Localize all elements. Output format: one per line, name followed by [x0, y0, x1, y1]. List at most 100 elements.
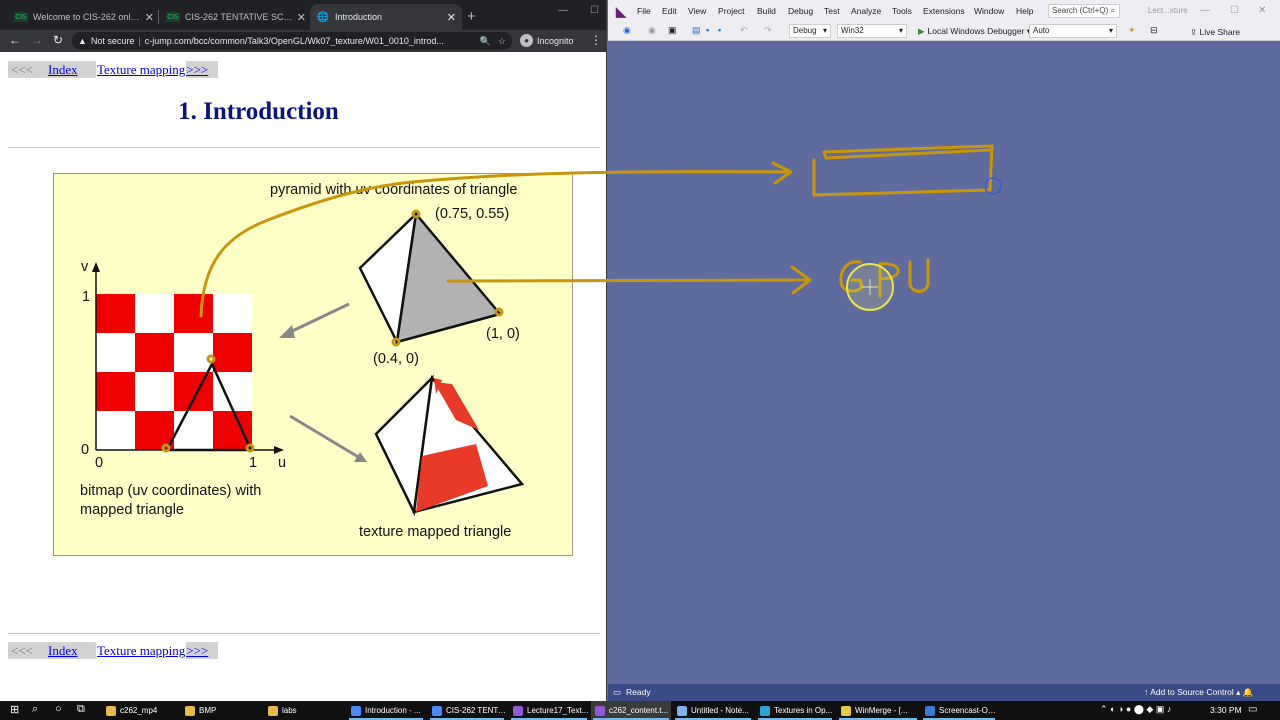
open-icon[interactable]: ▤ [692, 25, 701, 36]
app-icon [106, 705, 116, 716]
nav-index-link[interactable]: Index [48, 62, 96, 78]
back-circle-icon[interactable]: ◉ [623, 25, 631, 36]
tab-title: Welcome to CIS-262 online! [33, 12, 141, 22]
taskbar-item[interactable]: Textures in Op... [756, 701, 834, 720]
pyramid-caption: pyramid with uv coordinates of triangle [270, 182, 518, 198]
taskbar-item[interactable]: labs [264, 701, 344, 720]
taskbar-item[interactable]: BMP [181, 701, 261, 720]
tab-introduction[interactable]: 🌐 Introduction ✕ [310, 4, 462, 30]
bitmap-caption-line2: mapped triangle [80, 502, 184, 518]
add-to-source-control-button[interactable]: ↑ Add to Source Control ▴ 🔔 [1144, 687, 1253, 698]
menu-edit[interactable]: Edit [662, 6, 677, 16]
nav-texture-mapping-link[interactable]: Texture mapping [97, 62, 185, 78]
visual-studio-logo-icon: ◣ [616, 4, 626, 19]
tab-welcome[interactable]: CIS Welcome to CIS-262 online! ✕ [8, 4, 160, 30]
page-title: 1. Introduction [178, 98, 339, 125]
close-tab-icon[interactable]: ✕ [297, 11, 306, 24]
redo-icon[interactable]: ↷ [764, 25, 772, 36]
maximize-icon[interactable]: ☐ [590, 5, 599, 16]
nav-prev: <<< [11, 642, 33, 658]
save-icon[interactable]: ▪ [706, 25, 709, 35]
taskbar-item[interactable]: Screencast-O-... [921, 701, 997, 720]
reload-icon[interactable]: ↻ [53, 33, 63, 47]
back-arrow-icon[interactable]: ← [9, 33, 21, 47]
hot-reload-icon[interactable]: ✦ [1128, 25, 1136, 36]
menu-project[interactable]: Project [718, 6, 744, 16]
menu-view[interactable]: View [688, 6, 706, 16]
zoom-icon[interactable]: 🔍 [480, 36, 491, 47]
search-icon: ⌕ [1110, 6, 1115, 15]
taskbar-item[interactable]: c262_content.t... [591, 701, 671, 720]
close-icon[interactable]: ✕ [1258, 5, 1266, 16]
minimize-icon[interactable]: — [558, 5, 568, 16]
cortana-icon[interactable]: ○ [55, 703, 62, 715]
auto-value: Auto [1033, 26, 1050, 35]
taskbar-item-label: c262_mp4 [120, 706, 158, 715]
taskbar-item[interactable]: CIS-262 TENTA... [428, 701, 506, 720]
axis-u-label: u [278, 455, 287, 471]
minimize-icon[interactable]: — [1200, 5, 1210, 16]
live-share-button[interactable]: ⇪ Live Share [1190, 27, 1240, 38]
vs-editor-area[interactable] [608, 41, 1280, 684]
layout-icon[interactable]: ⊟ [1150, 25, 1158, 36]
taskbar-item[interactable]: c262_mp4 [102, 701, 180, 720]
menu-test[interactable]: Test [824, 6, 840, 16]
auto-select[interactable]: Auto ▾ [1029, 24, 1117, 38]
menu-build[interactable]: Build [757, 6, 776, 16]
maximize-icon[interactable]: ☐ [1230, 5, 1239, 16]
forward-circle-icon[interactable]: ◉ [648, 25, 656, 36]
vs-toolbar: ◉ ◉ ▣ ▤ ▪ ▪ ↶ ↷ Debug ▾ Win32 ▾ ▶ Local Win… [608, 22, 1280, 41]
menu-help[interactable]: Help [1016, 6, 1033, 16]
taskbar-item-label: BMP [199, 706, 217, 715]
new-tab-plus-icon[interactable]: + [467, 8, 476, 25]
bookmark-star-icon[interactable]: ☆ [498, 36, 506, 47]
app-icon [841, 705, 851, 716]
page-nav-top: <<< Index Texture mapping >>> [8, 61, 218, 78]
tick-v1: 1 [82, 289, 91, 305]
menu-file[interactable]: File [637, 6, 651, 16]
tab-title: CIS-262 TENTATIVE SCHEDULE [185, 12, 293, 22]
platform-select[interactable]: Win32 ▾ [837, 24, 907, 38]
menu-window[interactable]: Window [974, 6, 1004, 16]
incognito-indicator[interactable]: ● Incognito [520, 34, 574, 47]
nav-texture-mapping-link[interactable]: Texture mapping [97, 643, 185, 659]
taskbar-item-label: Lecture17_Text... [527, 706, 589, 715]
status-ready: Ready [626, 687, 651, 697]
coord-right-label: (1, 0) [486, 326, 520, 342]
nav-next-link[interactable]: >>> [186, 643, 208, 659]
taskbar-item[interactable]: Untitled - Note... [673, 701, 753, 720]
taskbar-item[interactable]: Lecture17_Text... [509, 701, 589, 720]
system-tray: ⌃ ◐ ◑ ● ⬤ ◆ ▣ ♪ [1100, 704, 1171, 715]
windows-start-icon[interactable]: ⊞ [10, 703, 19, 716]
start-debugger-button[interactable]: ▶ Local Windows Debugger ▾ [918, 26, 1031, 37]
menu-tools[interactable]: Tools [892, 6, 912, 16]
tray-icons[interactable]: ⌃ ◐ ◑ ● ⬤ ◆ ▣ ♪ [1100, 704, 1171, 714]
browser-menu-icon[interactable]: ⋮ [590, 33, 602, 47]
menu-analyze[interactable]: Analyze [851, 6, 881, 16]
checker-cell [135, 294, 174, 333]
menu-debug[interactable]: Debug [788, 6, 813, 16]
tab-schedule[interactable]: CIS CIS-262 TENTATIVE SCHEDULE ✕ [160, 4, 312, 30]
task-view-icon[interactable]: ⧉ [77, 703, 85, 716]
menu-extensions[interactable]: Extensions [923, 6, 965, 16]
undo-icon[interactable]: ↶ [740, 25, 748, 36]
nav-index-link[interactable]: Index [48, 643, 96, 659]
tick-origin-y: 0 [81, 442, 90, 458]
nav-next-link[interactable]: >>> [186, 62, 208, 78]
tick-u1: 1 [249, 455, 258, 471]
notifications-icon[interactable]: ▭ [1248, 704, 1257, 715]
texture-mapping-figure: pyramid with uv coordinates of triangle … [53, 173, 573, 556]
address-bar[interactable]: ▲ Not secure | c-jump.com/bcc/common/Tal… [72, 32, 512, 50]
app-icon [595, 705, 605, 716]
vs-search-box[interactable]: Search (Ctrl+Q) ⌕ [1048, 4, 1120, 18]
status-icon: ▭ [613, 687, 622, 697]
close-tab-icon[interactable]: ✕ [447, 11, 456, 24]
taskbar-item[interactable]: Introduction - ... [347, 701, 425, 720]
close-tab-icon[interactable]: ✕ [145, 11, 154, 24]
new-project-icon[interactable]: ▣ [668, 25, 677, 36]
taskbar-item[interactable]: WinMerge - [... [837, 701, 919, 720]
configuration-select[interactable]: Debug ▾ [789, 24, 831, 38]
forward-arrow-icon[interactable]: → [31, 33, 43, 47]
search-icon[interactable]: ⌕ [32, 703, 38, 716]
save-all-icon[interactable]: ▪ [718, 25, 721, 35]
